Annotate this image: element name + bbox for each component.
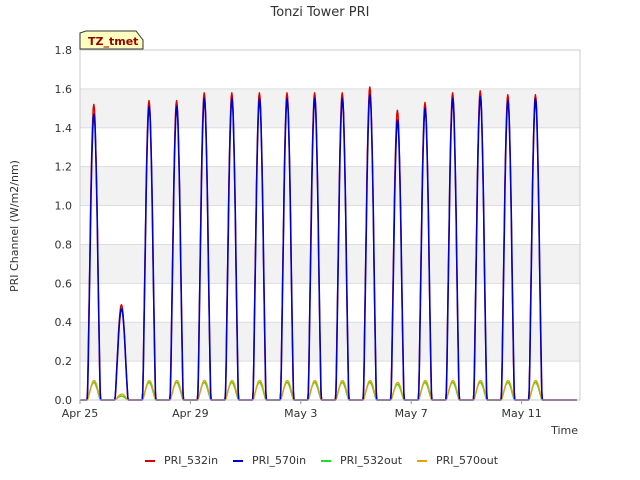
legend-label: PRI_532out [340, 454, 403, 467]
site-badge: TZ_tmet [79, 30, 144, 50]
y-tick-label: 1.8 [55, 44, 73, 57]
y-tick-labels: 0.0 0.2 0.4 0.6 0.8 1.0 1.2 1.4 1.6 1.8 [55, 44, 73, 407]
x-tick-label: May 7 [395, 407, 428, 420]
y-axis-label: PRI Channel (W/m2/nm) [8, 160, 21, 292]
pri-chart: Tonzi Tower PRI 0.0 0.2 0.4 0.6 0.8 1.0 1.2 1.4… [8, 5, 581, 467]
y-tick-label: 1.4 [55, 122, 73, 135]
y-tick-label: 1.6 [55, 83, 73, 96]
y-tick-label: 0.0 [55, 394, 73, 407]
y-tick-label: 1.2 [55, 161, 73, 174]
legend: PRI_532in PRI_570in PRI_532out PRI_570out [145, 454, 499, 467]
legend-label: PRI_532in [164, 454, 218, 467]
chart-title: Tonzi Tower PRI [270, 5, 370, 20]
x-axis-label: Time [550, 424, 578, 437]
site-badge-text: TZ_tmet [88, 35, 138, 48]
y-tick-label: 0.6 [55, 277, 73, 290]
y-tick-label: 0.8 [55, 238, 73, 251]
legend-label: PRI_570out [436, 454, 499, 467]
y-tick-label: 0.4 [55, 316, 73, 329]
x-tick-label: Apr 25 [62, 407, 99, 420]
plot-band [80, 88, 580, 128]
x-tick-label: Apr 29 [172, 407, 209, 420]
x-tick-label: May 11 [501, 407, 541, 420]
y-tick-label: 1.0 [55, 200, 73, 213]
plot-band [80, 244, 580, 284]
legend-label: PRI_570in [252, 454, 306, 467]
x-tick-label: May 3 [284, 407, 317, 420]
x-tick-labels: Apr 25 Apr 29 May 3 May 7 May 11 [62, 400, 542, 420]
y-tick-label: 0.2 [55, 355, 73, 368]
